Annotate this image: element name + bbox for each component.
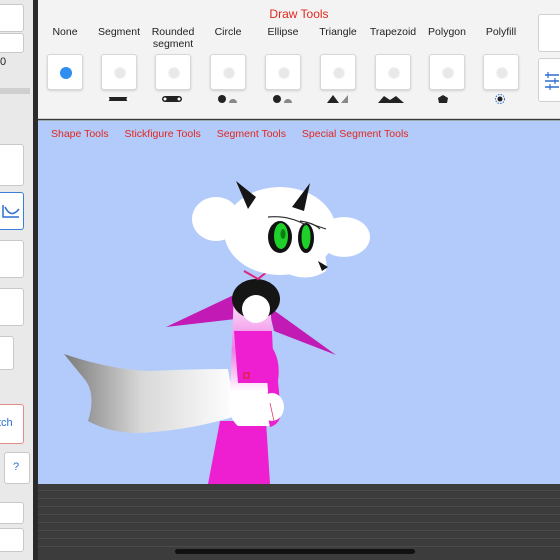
tool-label: Segment xyxy=(97,26,141,38)
left-panel-box-5[interactable] xyxy=(0,502,24,524)
character-drawing[interactable] xyxy=(38,121,560,484)
tool-rounded-segment[interactable]: Rounded segment xyxy=(146,26,200,102)
home-indicator[interactable] xyxy=(175,549,415,554)
tool-segment[interactable]: Segment xyxy=(92,26,146,101)
radio-dot xyxy=(223,67,235,79)
tool-rounded-segment-button[interactable] xyxy=(155,54,191,90)
tool-label: Rounded segment xyxy=(151,26,195,50)
selected-indicator xyxy=(60,67,72,79)
value-text: 0 xyxy=(0,56,7,68)
tool-circle[interactable]: Circle xyxy=(201,26,255,103)
tool-trapezoid-button[interactable] xyxy=(375,54,411,90)
tool-triangle-button[interactable] xyxy=(320,54,356,90)
tool-polyfill[interactable]: Polyfill xyxy=(474,26,528,104)
radio-dot xyxy=(496,67,508,79)
align-icon xyxy=(545,72,559,90)
tool-circle-button[interactable] xyxy=(210,54,246,90)
hip-shape xyxy=(260,393,284,421)
segment-icon xyxy=(106,97,130,101)
toolbar-right-button[interactable] xyxy=(538,58,560,102)
tool-label: Polyfill xyxy=(485,26,517,38)
tail-shape xyxy=(64,354,236,433)
tool-label: Polygon xyxy=(428,26,466,38)
tool-polygon[interactable]: Polygon xyxy=(420,26,474,103)
tool-label: Circle xyxy=(214,26,242,38)
legs-shape xyxy=(208,421,270,484)
radio-dot xyxy=(278,67,290,79)
tool-label: Triangle xyxy=(319,26,357,38)
match-button-label: tch xyxy=(0,417,13,429)
left-panel-box-6[interactable] xyxy=(0,528,24,552)
tool-label: Trapezoid xyxy=(369,26,417,38)
curve-tool-button[interactable] xyxy=(0,192,24,230)
rounded-segment-icon xyxy=(162,96,182,102)
left-panel-box-3[interactable] xyxy=(0,288,24,326)
left-panel-box-4[interactable] xyxy=(0,336,14,370)
radio-dot xyxy=(388,67,400,79)
help-button-label: ? xyxy=(13,461,20,473)
radio-dot xyxy=(442,67,454,79)
right-spike xyxy=(268,306,336,355)
left-panel-box-1[interactable] xyxy=(0,144,24,186)
tool-none-button[interactable] xyxy=(47,54,83,90)
left-panel: 0 tch ? xyxy=(0,0,34,560)
slider-track[interactable] xyxy=(0,88,30,94)
tool-polyfill-button[interactable] xyxy=(483,54,519,90)
tool-triangle[interactable]: Triangle xyxy=(311,26,365,103)
match-button[interactable]: tch xyxy=(0,404,24,444)
circle-icon xyxy=(218,95,237,103)
radio-dot xyxy=(333,67,345,79)
left-panel-button-second[interactable] xyxy=(0,33,24,53)
toolbar-right-button-top[interactable] xyxy=(538,14,560,52)
left-panel-box-2[interactable] xyxy=(0,240,24,278)
tool-label: None xyxy=(52,26,78,38)
draw-tools-toolbar: Draw Tools None Segment Rounded segment … xyxy=(38,0,560,119)
radio-dot xyxy=(168,67,180,79)
toolbar-title: Draw Tools xyxy=(269,7,329,21)
tool-label: Ellipse xyxy=(267,26,299,38)
polygon-icon xyxy=(438,95,448,103)
tool-polygon-button[interactable] xyxy=(429,54,465,90)
left-panel-button-top[interactable] xyxy=(0,4,24,32)
triangle-icon xyxy=(327,95,348,103)
curve-icon xyxy=(2,205,20,218)
help-button[interactable]: ? xyxy=(4,452,30,484)
radio-dot xyxy=(114,67,126,79)
tool-segment-button[interactable] xyxy=(101,54,137,90)
polyfill-icon xyxy=(495,94,505,104)
tool-trapezoid[interactable]: Trapezoid xyxy=(366,26,420,103)
ellipse-icon xyxy=(273,95,292,103)
tool-none[interactable]: None xyxy=(38,26,92,90)
trapezoid-icon xyxy=(378,96,404,103)
drawing-canvas[interactable]: Shape Tools Stickfigure Tools Segment To… xyxy=(38,120,560,484)
tool-ellipse-button[interactable] xyxy=(265,54,301,90)
tool-ellipse[interactable]: Ellipse xyxy=(256,26,310,103)
